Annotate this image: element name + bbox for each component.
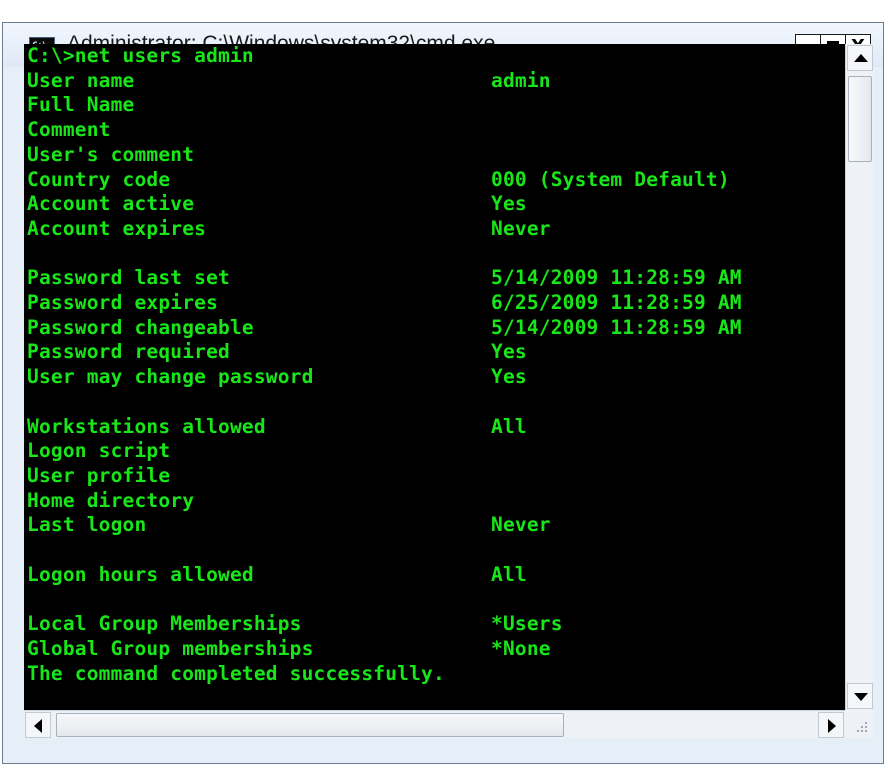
field-value-password-changeable: 5/14/2009 11:28:59 AM <box>491 315 742 339</box>
vertical-scrollbar[interactable] <box>845 44 873 710</box>
field-value-last-logon: Never <box>491 513 551 537</box>
field-label-last-logon: Last logon <box>27 513 147 537</box>
field-value-country-code: 000 (System Default) <box>491 167 730 191</box>
field-label-comment: Comment <box>27 118 111 142</box>
field-label-user-name: User name <box>27 68 135 92</box>
field-value-local-group-memberships: *Users <box>491 612 563 636</box>
vertical-scroll-thumb[interactable] <box>848 76 872 162</box>
field-label-password-last-set: Password last set <box>27 266 230 290</box>
scroll-down-button[interactable] <box>847 683 873 709</box>
field-label-account-expires: Account expires <box>27 216 207 240</box>
field-value-logon-hours-allowed: All <box>491 562 527 586</box>
field-label-user-may-change-password: User may change password <box>27 365 314 389</box>
field-value-workstations-allowed: All <box>491 414 527 438</box>
console-prompt: C:\>net users admin <box>27 44 254 67</box>
field-value-account-active: Yes <box>491 192 527 216</box>
field-value-password-expires: 6/25/2009 11:28:59 AM <box>491 291 742 314</box>
horizontal-scroll-thumb[interactable] <box>56 713 564 737</box>
field-label-home-directory: Home directory <box>27 488 195 512</box>
scroll-up-button[interactable] <box>847 45 873 71</box>
field-value-user-name: admin <box>491 68 551 92</box>
arrow-right-icon <box>828 719 836 733</box>
console-footer: The command completed successfully. <box>27 661 445 685</box>
arrow-up-icon <box>854 54 868 62</box>
field-label-logon-hours-allowed: Logon hours allowed <box>27 562 254 586</box>
field-label-country-code: Country code <box>27 167 171 191</box>
field-label-local-group-memberships: Local Group Memberships <box>27 612 302 636</box>
arrow-down-icon <box>854 693 868 701</box>
resize-grip-icon[interactable] <box>845 710 873 738</box>
field-label-global-group-memberships: Global Group memberships <box>27 636 314 660</box>
field-value-user-may-change-password: Yes <box>491 365 527 389</box>
field-value-password-required: Yes <box>491 340 527 364</box>
console-output[interactable]: C:\>net users admin User name admin Full… <box>24 44 845 710</box>
horizontal-scrollbar[interactable] <box>24 710 845 738</box>
scroll-right-button[interactable] <box>818 712 844 738</box>
field-label-password-changeable: Password changeable <box>27 315 254 339</box>
field-label-users-comment: User's comment <box>27 142 195 166</box>
scroll-left-button[interactable] <box>25 712 51 738</box>
field-label-password-expires: Password expires <box>27 291 219 314</box>
field-label-workstations-allowed: Workstations allowed <box>27 414 266 438</box>
field-value-account-expires: Never <box>491 216 551 240</box>
field-label-user-profile: User profile <box>27 463 171 487</box>
field-label-password-required: Password required <box>27 340 230 364</box>
field-value-global-group-memberships: *None <box>491 636 551 660</box>
field-label-logon-script: Logon script <box>27 439 171 463</box>
field-label-full-name: Full Name <box>27 93 135 117</box>
arrow-left-icon <box>34 719 42 733</box>
field-label-account-active: Account active <box>27 192 195 216</box>
field-value-password-last-set: 5/14/2009 11:28:59 AM <box>491 266 742 290</box>
